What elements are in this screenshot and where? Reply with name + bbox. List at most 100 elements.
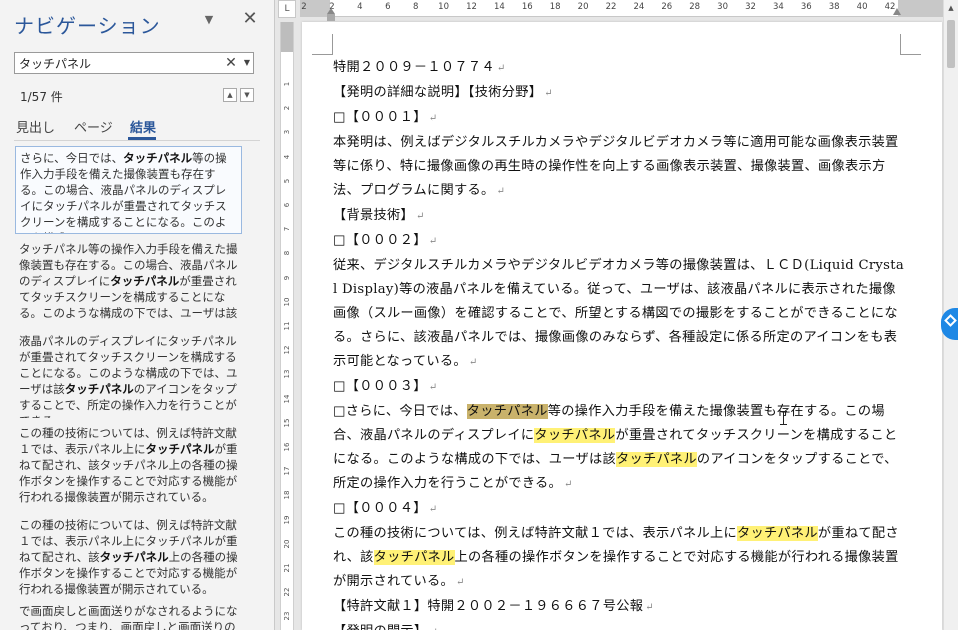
ruler-number: 11 <box>283 321 291 331</box>
navigation-pane: ナビゲーション ▼ ✕ ✕ ▼ 1/57 件 ▲ ▼ 見出し ページ 結果 さら… <box>0 0 275 630</box>
ruler-number: 13 <box>283 369 291 379</box>
ruler-number: 28 <box>689 2 701 12</box>
document-paragraph[interactable]: 【発明の開示】↵ <box>333 620 905 630</box>
search-highlight: タッチパネル <box>373 550 455 565</box>
search-box[interactable]: ✕ ▼ <box>14 52 254 74</box>
paragraph-mark-icon: ↵ <box>544 88 553 99</box>
paragraph-text: □【０００３】 <box>333 379 427 394</box>
ruler-number: 19 <box>283 515 291 525</box>
paragraph-mark-icon: ↵ <box>496 63 506 74</box>
paragraph-mark-icon: ↵ <box>428 504 438 515</box>
tab-pages[interactable]: ページ <box>74 117 113 136</box>
ruler-number: 6 <box>283 202 291 208</box>
paragraph-text: 本発明は、例えばデジタルスチルカメラやデジタルビデオカメラ等に適用可能な画像表示… <box>333 135 899 198</box>
search-result-item[interactable]: この種の技術については、例えば特許文献１では、表示パネル上にタッチパネルが重ねて… <box>15 422 242 510</box>
ruler-number: 2 <box>283 105 291 111</box>
document-paragraph[interactable]: 【発明の詳細な説明】【技術分野】 ↵ <box>333 81 905 106</box>
paragraph-mark-icon: ↵ <box>645 602 654 613</box>
tab-divider <box>14 140 260 141</box>
horizontal-ruler: 2 2 4 6 8 10 12 14 16 18 20 22 24 26 28 30 32 34 36 38 40 42 <box>300 0 943 17</box>
navigation-title: ナビゲーション <box>14 14 161 38</box>
result-count: 1/57 件 <box>20 90 63 104</box>
paragraph-text: 従来、デジタルスチルカメラやデジタルビデオカメラ等の撮像装置は、ＬＣＤ(Liqu… <box>333 258 905 369</box>
result-text: さらに、今日では、 <box>20 151 124 165</box>
vertical-ruler-margin <box>281 22 293 52</box>
result-text: で画面戻しと画面送りがなされるようになっており、つまり、画面戻しと画面送りの操作… <box>19 604 238 630</box>
document-paragraph[interactable]: 従来、デジタルスチルカメラやデジタルビデオカメラ等の撮像装置は、ＬＣＤ(Liqu… <box>333 254 905 375</box>
document-page[interactable]: 特開２００９－１０７７４ ↵ 【発明の詳細な説明】【技術分野】 ↵ □【０００１】 ↵ 本発… <box>302 22 942 630</box>
left-indent-marker[interactable] <box>327 14 335 21</box>
search-highlight: タッチパネル <box>534 428 616 443</box>
search-result-item[interactable]: で画面戻しと画面送りがなされるようになっており、つまり、画面戻しと画面送りの操作… <box>15 600 242 630</box>
right-indent-marker[interactable] <box>893 8 901 15</box>
next-result-button[interactable]: ▼ <box>240 88 254 102</box>
search-result-item[interactable]: 液晶パネルのディスプレイにタッチパネルが重畳されてタッチスクリーンを構成すること… <box>15 330 242 418</box>
side-panel-toggle-icon[interactable] <box>941 308 958 340</box>
search-result-item[interactable]: タッチパネル等の操作入力手段を備えた撮像装置も存在する。この場合、液晶パネルのデ… <box>15 238 242 326</box>
chevron-down-icon[interactable]: ▼ <box>201 12 217 28</box>
search-input[interactable] <box>19 55 219 71</box>
document-paragraph[interactable]: 本発明は、例えばデジタルスチルカメラやデジタルビデオカメラ等に適用可能な画像表示… <box>333 131 905 204</box>
ruler-number: 8 <box>283 251 291 256</box>
document-paragraph[interactable]: 【特許文献１】特開２００２－１９６６６７号公報 ↵ <box>333 595 905 620</box>
previous-result-button[interactable]: ▲ <box>223 88 237 102</box>
paragraph-text: 【発明の開示】 <box>333 624 427 630</box>
crop-mark-right <box>900 34 921 55</box>
document-paragraph[interactable]: この種の技術については、例えば特許文献１では、表示パネル上にタッチパネルが重ねて… <box>333 522 905 595</box>
result-match: タッチパネル <box>123 151 193 165</box>
search-result-item[interactable]: この種の技術については、例えば特許文献１では、表示パネル上にタッチパネルが重ねて… <box>15 514 242 596</box>
paragraph-text: 【背景技術】 <box>333 208 414 223</box>
search-highlight: タッチパネル <box>736 526 818 541</box>
ruler-number: 36 <box>800 2 812 12</box>
clear-search-icon[interactable]: ✕ <box>223 54 239 72</box>
document-paragraph[interactable]: □【０００１】 ↵ <box>333 106 905 131</box>
ruler-number: 14 <box>283 394 291 404</box>
scroll-thumb[interactable] <box>947 20 955 68</box>
ruler-number: 3 <box>283 130 291 135</box>
ruler-right-margin <box>898 0 943 16</box>
ruler-number: 17 <box>283 466 291 476</box>
close-icon[interactable]: ✕ <box>240 9 260 29</box>
document-paragraph[interactable]: □【０００４】 ↵ <box>333 497 905 522</box>
scroll-up-icon[interactable]: ▲ <box>944 0 958 16</box>
document-paragraph[interactable]: 【背景技術】 ↵ <box>333 204 905 229</box>
paragraph-text: 特開２００９－１０７７４ <box>333 60 495 75</box>
ruler-number: 12 <box>466 2 477 12</box>
ruler-number: 4 <box>357 2 363 12</box>
result-match: タッチパネル <box>110 274 180 288</box>
document-paragraph[interactable]: □【０００２】 ↵ <box>333 229 905 254</box>
search-highlight: タッチパネル <box>615 452 697 467</box>
ruler-number: 21 <box>283 563 291 573</box>
ruler-number: 8 <box>412 2 419 12</box>
ruler-number: 6 <box>385 2 391 12</box>
ruler-number: 26 <box>661 2 673 12</box>
current-search-match: タッチパネル <box>466 404 548 419</box>
paragraph-text: □【０００１】 <box>333 110 427 125</box>
paragraph-mark-icon: ↵ <box>564 479 573 490</box>
ruler-number: 24 <box>633 2 645 12</box>
paragraph-mark-icon: ↵ <box>428 382 438 393</box>
tab-headings[interactable]: 見出し <box>16 117 55 136</box>
paragraph-mark-icon: ↵ <box>468 357 478 368</box>
ruler-number: 23 <box>283 611 291 621</box>
document-body[interactable]: 特開２００９－１０７７４ ↵ 【発明の詳細な説明】【技術分野】 ↵ □【０００１】 ↵ 本発… <box>333 56 905 630</box>
ruler-number: 20 <box>577 2 589 12</box>
ruler-number: 38 <box>828 2 840 12</box>
document-paragraph[interactable]: □さらに、今日では、タッチパネル等の操作入力手段を備えた撮像装置も存在する。この… <box>333 400 905 497</box>
caret-down-icon[interactable]: ▼ <box>241 54 253 72</box>
search-result-item[interactable]: さらに、今日では、タッチパネル等の操作入力手段を備えた撮像装置も存在する。この場… <box>15 146 242 234</box>
paragraph-text: 【特許文献１】特開２００２－１９６６６７号公報 <box>333 599 644 614</box>
ruler-number: 16 <box>283 442 291 452</box>
ruler-number: 2 <box>301 2 307 12</box>
tab-results[interactable]: 結果 <box>130 117 156 136</box>
tab-selector[interactable]: L <box>278 0 296 18</box>
ruler-number: 18 <box>283 490 291 500</box>
ruler-number: 22 <box>605 2 617 12</box>
ruler-number: 34 <box>772 2 784 12</box>
paragraph-mark-icon: ↵ <box>415 211 425 222</box>
ruler-number: 7 <box>283 226 291 232</box>
document-paragraph[interactable]: □【０００３】 ↵ <box>333 375 905 400</box>
document-paragraph[interactable]: 特開２００９－１０７７４ ↵ <box>333 56 905 81</box>
ruler-number: 14 <box>493 2 505 12</box>
paragraph-mark-icon: ↵ <box>496 186 506 197</box>
